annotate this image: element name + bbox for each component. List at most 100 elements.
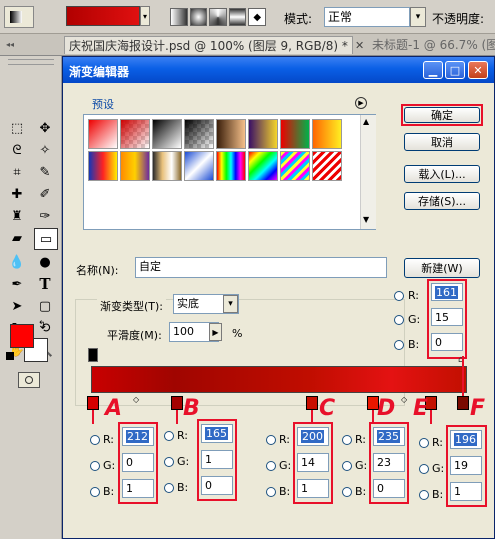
preset-swatch[interactable] (88, 119, 118, 149)
doc-tab-active[interactable]: 庆祝国庆海报设计.psd @ 100% (图层 9, RGB/8) * (64, 36, 353, 54)
preset-swatch[interactable] (248, 119, 278, 149)
stop-c-b-input[interactable]: 1 (297, 479, 329, 498)
ok-button[interactable]: 确定 (404, 107, 480, 123)
mode-select[interactable]: 正常 (324, 7, 410, 27)
preset-swatch[interactable] (248, 151, 278, 181)
preset-swatch[interactable] (184, 119, 214, 149)
new-button[interactable]: 新建(W) (404, 258, 480, 278)
stop-d-r-input[interactable]: 235 (373, 427, 405, 446)
preset-swatch[interactable] (88, 151, 118, 181)
stop-e-b-input[interactable]: 1 (450, 482, 482, 501)
move-tool-icon[interactable]: ✥ (34, 118, 56, 138)
gradient-swatch[interactable] (66, 6, 140, 26)
stop-d-b-radio[interactable] (342, 487, 352, 497)
stop-c-g-input[interactable]: 14 (297, 453, 329, 472)
presets-scrollbar[interactable]: ▲ ▼ (360, 115, 376, 229)
path-selection-tool-icon[interactable]: ➤ (6, 296, 28, 316)
healing-brush-tool-icon[interactable]: ✚ (6, 184, 28, 204)
color-stop-f[interactable] (457, 396, 469, 410)
tool-preset-picker[interactable] (4, 6, 34, 28)
preset-swatch[interactable] (120, 119, 150, 149)
name-input[interactable]: 自定 (135, 257, 387, 278)
panel-collapse-icon[interactable]: ◂◂ (6, 40, 14, 49)
swap-colors-icon[interactable]: ↰ (38, 320, 46, 330)
stop-e-g-radio[interactable] (419, 464, 429, 474)
stop-b-r-input[interactable]: 165 (201, 424, 233, 443)
eyedropper-tool-icon[interactable]: ✎ (34, 162, 56, 182)
preset-swatch[interactable] (216, 151, 246, 181)
preset-swatch[interactable] (152, 119, 182, 149)
doc-tab-inactive[interactable]: 未标题-1 @ 66.7% (图层 (368, 36, 495, 54)
midpoint-diamond-icon[interactable]: ◇ (401, 395, 407, 404)
gradient-bar[interactable] (91, 366, 467, 393)
stop-a-g-input[interactable]: 0 (122, 453, 154, 472)
stop-e-g-input[interactable]: 19 (450, 456, 482, 475)
stop-e-r-radio[interactable] (419, 438, 429, 448)
stop-c-b-radio[interactable] (266, 487, 276, 497)
stop-b-b-input[interactable]: 0 (201, 476, 233, 495)
top-g-radio[interactable] (394, 315, 404, 325)
scroll-down-icon[interactable]: ▼ (363, 215, 369, 224)
stop-d-g-input[interactable]: 23 (373, 453, 405, 472)
stop-c-g-radio[interactable] (266, 461, 276, 471)
minimize-icon[interactable]: ▁ (423, 61, 443, 79)
preset-swatch[interactable] (216, 119, 246, 149)
stop-c-r-radio[interactable] (266, 435, 276, 445)
preset-swatch[interactable] (184, 151, 214, 181)
preset-swatch[interactable] (280, 151, 310, 181)
clone-stamp-tool-icon[interactable]: ♜ (6, 206, 28, 226)
color-stop-c[interactable] (306, 396, 318, 410)
preset-swatch[interactable] (152, 151, 182, 181)
reflected-gradient-icon[interactable] (228, 8, 247, 26)
stop-b-b-radio[interactable] (164, 483, 174, 493)
top-g-input[interactable]: 15 (431, 308, 463, 326)
stop-c-r-input[interactable]: 200 (297, 427, 329, 446)
top-r-radio[interactable] (394, 291, 404, 301)
foreground-color-swatch[interactable] (10, 324, 34, 348)
history-brush-tool-icon[interactable]: ✑ (34, 206, 56, 226)
gradient-dropdown-arrow[interactable]: ▾ (140, 6, 150, 26)
stop-b-r-radio[interactable] (164, 431, 174, 441)
opacity-stop-left[interactable] (88, 348, 98, 362)
stop-e-r-input[interactable]: 196 (450, 430, 482, 449)
blur-tool-icon[interactable]: 💧 (6, 252, 28, 272)
cancel-button[interactable]: 取消 (404, 133, 480, 151)
stop-a-r-radio[interactable] (90, 435, 100, 445)
magic-wand-tool-icon[interactable]: ✧ (34, 140, 56, 160)
close-tab-icon[interactable]: ✕ (355, 39, 364, 52)
gradient-tool-icon[interactable]: ▭ (34, 228, 58, 250)
preset-swatch[interactable] (280, 119, 310, 149)
mode-dropdown-arrow[interactable]: ▾ (410, 7, 426, 27)
scroll-up-icon[interactable]: ▲ (363, 117, 369, 126)
top-b-radio[interactable] (394, 340, 404, 350)
color-stop-b[interactable] (171, 396, 183, 410)
preset-swatch[interactable] (120, 151, 150, 181)
dodge-tool-icon[interactable]: ● (34, 252, 56, 272)
stop-d-r-radio[interactable] (342, 435, 352, 445)
linear-gradient-icon[interactable] (170, 8, 188, 26)
stop-a-b-radio[interactable] (90, 487, 100, 497)
maximize-icon[interactable]: □ (445, 61, 465, 79)
quick-mask-icon[interactable] (18, 372, 40, 388)
gradient-type-dropdown-arrow[interactable]: ▾ (223, 295, 238, 313)
diamond-gradient-icon[interactable]: ◆ (248, 8, 266, 26)
preset-swatch[interactable] (312, 151, 342, 181)
default-colors-icon[interactable] (6, 352, 14, 360)
save-button[interactable]: 存储(S)... (404, 192, 480, 210)
smoothness-arrow-icon[interactable]: ▶ (209, 323, 222, 341)
stop-d-g-radio[interactable] (342, 461, 352, 471)
stop-a-b-input[interactable]: 1 (122, 479, 154, 498)
radial-gradient-icon[interactable] (189, 8, 208, 26)
pen-tool-icon[interactable]: ✒ (6, 274, 28, 294)
stop-d-b-input[interactable]: 0 (373, 479, 405, 498)
brush-tool-icon[interactable]: ✐ (34, 184, 56, 204)
stop-e-b-radio[interactable] (419, 490, 429, 500)
stop-b-g-radio[interactable] (164, 457, 174, 467)
stop-a-r-input[interactable]: 212 (122, 427, 154, 446)
color-stop-a[interactable] (87, 396, 99, 410)
marquee-tool-icon[interactable]: ⬚ (6, 118, 28, 138)
presets-menu-icon[interactable]: ▶ (355, 97, 367, 109)
lasso-tool-icon[interactable]: ᘓ (6, 140, 28, 160)
stop-a-g-radio[interactable] (90, 461, 100, 471)
shape-tool-icon[interactable]: ▢ (34, 296, 56, 316)
